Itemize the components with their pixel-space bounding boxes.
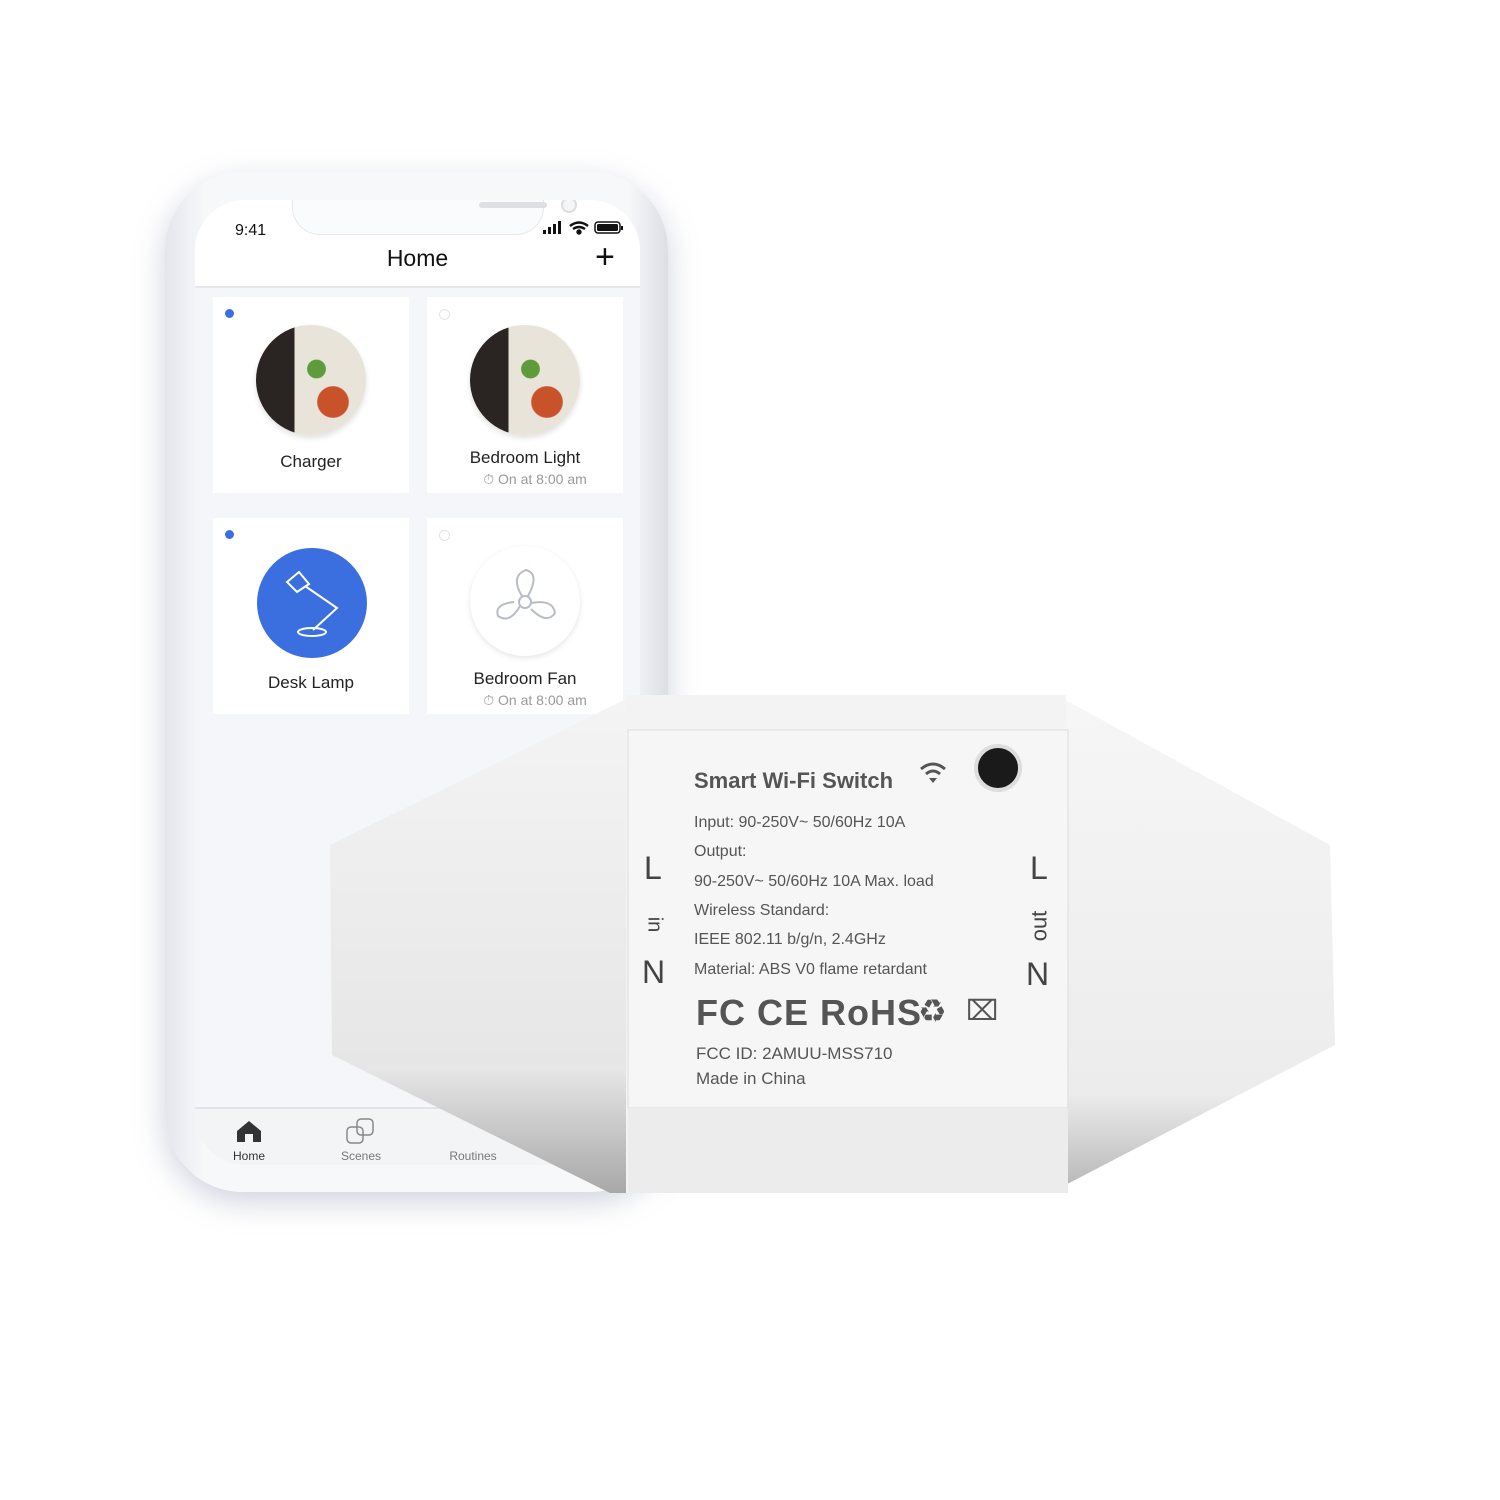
tab-label: Home <box>232 1149 265 1163</box>
tab-home[interactable]: Home <box>209 1109 289 1165</box>
input-l: L <box>644 850 662 886</box>
output-l: L <box>1030 850 1048 886</box>
spec-line: Material: ABS V0 flame retardant <box>694 961 927 978</box>
room-photo <box>470 325 580 435</box>
notch <box>292 200 577 235</box>
output-n: N <box>1026 956 1050 992</box>
input-n: N <box>642 954 666 990</box>
fcc-id: FCC ID: 2AMUU-MSS710 <box>696 1044 893 1063</box>
wifi-icon <box>569 221 589 235</box>
schedule-text: On at 8:00 am <box>498 471 587 487</box>
device-card-charger[interactable]: Charger <box>213 297 409 493</box>
room-photo <box>256 325 366 435</box>
camera <box>561 200 577 213</box>
device-name: Charger <box>280 452 342 471</box>
spec-line: Wireless Standard: <box>694 902 830 919</box>
spec-line: Output: <box>694 843 747 860</box>
status-icons <box>543 221 623 235</box>
wifi-icon <box>920 762 946 783</box>
spec-line: Input: 90-250V~ 50/60Hz 10A <box>694 814 906 831</box>
home-icon <box>237 1121 261 1142</box>
speaker <box>479 202 547 208</box>
certification-marks: FC CE RoHS <box>696 992 922 1033</box>
status-dot-on <box>225 309 234 318</box>
plus-icon[interactable]: + <box>595 238 615 277</box>
device-card-bedroom-fan[interactable]: Bedroom Fan ⏱ On at 8:00 am <box>427 518 623 714</box>
desk-lamp-icon <box>257 548 367 658</box>
spec-line: IEEE 802.11 b/g/n, 2.4GHz <box>694 931 886 948</box>
weee-bin-icon: ⌧ <box>966 995 999 1026</box>
device-name: Desk Lamp <box>268 673 354 692</box>
fan-icon <box>470 546 580 656</box>
device-name: Bedroom Fan <box>473 669 577 688</box>
status-dot-off <box>439 530 450 541</box>
device-label-panel: Smart Wi-Fi Switch Input: 90-250V~ 50/60… <box>628 730 1070 1108</box>
input-in: in <box>643 916 666 933</box>
battery-icon <box>594 221 623 234</box>
origin: Made in China <box>696 1069 806 1088</box>
device-card-desk-lamp[interactable]: Desk Lamp <box>213 518 409 714</box>
device-name: Bedroom Light <box>469 448 581 467</box>
status-dot-off <box>439 309 450 320</box>
status-time: 9:41 <box>235 222 267 239</box>
product-title: Smart Wi-Fi Switch <box>694 768 894 793</box>
recycle-icon: ♻ <box>918 993 947 1029</box>
schedule: ⏱ On at 8:00 am <box>437 471 633 488</box>
header: 9:41 Home + <box>195 200 640 288</box>
status-dot-on <box>225 530 234 539</box>
page-title: Home <box>386 245 449 271</box>
device-card-bedroom-light[interactable]: Bedroom Light ⏱ On at 8:00 am <box>427 297 623 493</box>
signal-icon <box>543 221 561 234</box>
spec-line: 90-250V~ 50/60Hz 10A Max. load <box>694 873 934 890</box>
timer-icon: ⏱ <box>483 471 499 487</box>
output-out: out <box>1026 910 1052 942</box>
